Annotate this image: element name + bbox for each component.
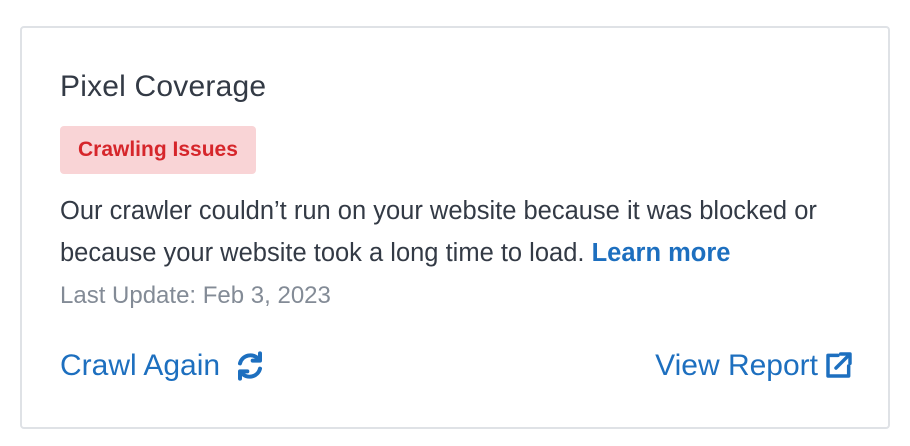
- card-title: Pixel Coverage: [60, 70, 267, 103]
- description-text: Our crawler couldn’t run on your website…: [60, 190, 860, 274]
- learn-more-link[interactable]: Learn more: [592, 239, 731, 267]
- view-report-label: View Report: [655, 349, 818, 382]
- crawl-again-button[interactable]: Crawl Again: [60, 346, 266, 386]
- crawl-again-label: Crawl Again: [60, 349, 221, 382]
- last-update-timestamp: Last Update: Feb 3, 2023: [60, 282, 331, 309]
- external-link-icon: [822, 350, 854, 382]
- pixel-coverage-card: Pixel Coverage Crawling Issues Our crawl…: [20, 26, 890, 429]
- refresh-icon: [234, 350, 266, 382]
- status-badge: Crawling Issues: [60, 126, 256, 174]
- view-report-button[interactable]: View Report: [655, 346, 854, 386]
